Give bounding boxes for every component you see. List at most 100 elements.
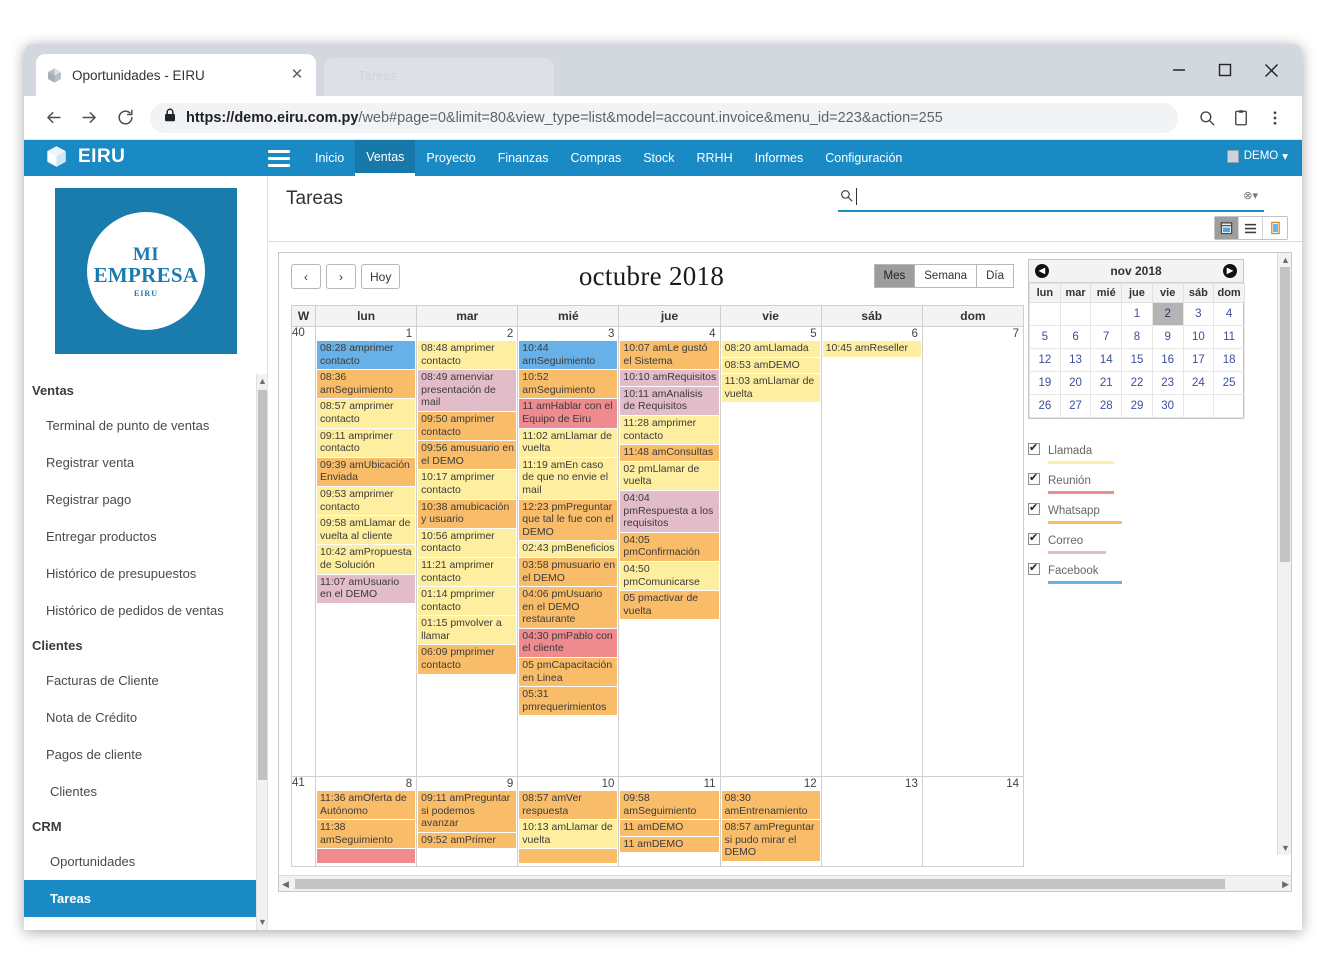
calendar-range-da[interactable]: Día (976, 264, 1014, 288)
minical-day[interactable]: 6 (1059, 325, 1092, 349)
calendar-event[interactable]: 06:09 pmprimer contacto (418, 645, 517, 674)
menu-item-finanzas[interactable]: Finanzas (487, 140, 560, 176)
menu-item-stock[interactable]: Stock (632, 140, 685, 176)
forward-icon[interactable] (72, 101, 106, 135)
calendar-event[interactable]: 11 amDEMO (620, 836, 719, 853)
calendar-event[interactable]: 08:57 amPreguntar si pudo mirar el DEMO (721, 820, 820, 861)
minical-day[interactable]: 25 (1213, 371, 1245, 395)
legend-row-llamada[interactable]: Llamada (1028, 441, 1268, 464)
window-maximize-button[interactable] (1202, 44, 1248, 96)
minical-day[interactable]: 19 (1029, 371, 1061, 395)
minical-day[interactable]: 22 (1121, 371, 1153, 395)
scroll-down-icon[interactable]: ▼ (1281, 843, 1290, 853)
calendar-day-cell[interactable]: 5 08:20 amLlamada 08:53 amDEMO 11:03 amLlam… (719, 326, 822, 777)
kebab-menu-icon[interactable] (1260, 103, 1290, 133)
minical-day[interactable]: 5 (1029, 325, 1061, 349)
legend-row-reunin[interactable]: Reunión (1028, 471, 1268, 494)
legend-row-facebook[interactable]: Facebook (1028, 561, 1268, 584)
calendar-event[interactable]: 09:56 amusuario en el DEMO (418, 441, 517, 470)
calendar-event[interactable]: 11:07 amUsuario en el DEMO (317, 574, 416, 603)
calendar-event[interactable]: 10:56 amprimer contacto (418, 528, 517, 557)
scroll-down-icon[interactable]: ▼ (258, 916, 267, 929)
calendar-event[interactable]: 04:50 pmComunicarse (620, 561, 719, 591)
minical-day[interactable]: 18 (1213, 348, 1245, 372)
sidebar-item-clientes[interactable]: Clientes (24, 773, 267, 810)
browser-tab[interactable]: Oportunidades - EIRU ✕ (36, 54, 316, 96)
search-input[interactable]: ⊗▾ (838, 186, 1264, 212)
calendar-event[interactable]: 04:30 pmPablo con el cliente (519, 628, 618, 658)
minical-day[interactable]: 8 (1121, 325, 1153, 349)
calendar-event[interactable]: 09:39 amUbicación Enviada (317, 457, 416, 486)
calendar-event[interactable]: 08:57 amprimer contacto (317, 399, 416, 428)
calendar-event[interactable]: 11:02 amLlamar de vuelta (519, 428, 618, 457)
calendar-event[interactable]: 09:11 amPreguntar si podemos avanzar (418, 791, 517, 832)
legend-checkbox[interactable] (1028, 441, 1040, 455)
calendar-day-cell[interactable]: 13 (820, 775, 923, 868)
minical-day[interactable]: 26 (1029, 394, 1061, 418)
menu-item-compras[interactable]: Compras (560, 140, 633, 176)
calendar-event[interactable] (317, 849, 416, 864)
calendar-event[interactable]: 12:23 pmPreguntar que tal le fue con el … (519, 499, 618, 541)
calendar-event[interactable]: 05:31 pmrequerimientos (519, 687, 618, 716)
calendar-event[interactable] (519, 849, 618, 864)
clear-filter-icon[interactable]: ⊗▾ (1243, 189, 1258, 202)
minical-day[interactable]: 3 (1182, 302, 1215, 326)
calendar-event[interactable]: 10:45 amReseller (822, 341, 921, 357)
calendar-event[interactable]: 08:20 amLlamada (721, 341, 820, 357)
calendar-event[interactable]: 04:04 pmRespuesta a los requisitos (620, 490, 719, 532)
legend-checkbox[interactable] (1028, 471, 1040, 485)
calendar-event[interactable]: 11:19 amEn caso de que no envie el mail (519, 457, 618, 499)
calendar-vertical-scrollbar[interactable]: ▲ ▼ (1277, 253, 1291, 855)
vertical-scroll-thumb[interactable] (1280, 267, 1290, 562)
calendar-day-cell[interactable]: 2 08:48 amprimer contacto 08:49 amenviar p… (416, 326, 519, 777)
calendar-event[interactable]: 08:53 amDEMO (721, 357, 820, 374)
calendar-event[interactable]: 02:43 pmBeneficios (519, 541, 618, 557)
calendar-event[interactable]: 10:38 amubicación y usuario (418, 499, 517, 528)
calendar-event[interactable]: 04:05 pmConfirmación (620, 532, 719, 561)
calendar-event[interactable]: 11:38 amSeguimiento (317, 820, 416, 849)
calendar-event[interactable]: 11 amHablar con el Equipo de Eiru (519, 399, 618, 428)
minical-day[interactable]: 7 (1090, 325, 1123, 349)
scroll-up-icon[interactable]: ▲ (258, 375, 267, 388)
calendar-event[interactable]: 08:57 amVer respuesta (519, 791, 618, 820)
chevron-right-icon[interactable]: ▶ (1223, 264, 1237, 278)
scroll-up-icon[interactable]: ▲ (1281, 255, 1290, 265)
minical-day[interactable]: 28 (1090, 394, 1123, 418)
calendar-event[interactable]: 08:28 amprimer contacto (317, 341, 416, 370)
chevron-left-icon[interactable]: ◀ (1035, 264, 1049, 278)
calendar-event[interactable]: 10:42 amPropuesta de Solución (317, 545, 416, 574)
horizontal-scroll-thumb[interactable] (295, 879, 1225, 889)
calendar-horizontal-scrollbar[interactable]: ◀ ▶ (279, 875, 1291, 891)
minical-day[interactable]: 1 (1121, 302, 1153, 326)
minical-day[interactable]: 15 (1121, 348, 1153, 372)
address-bar[interactable]: https://demo.eiru.com.py/web#page=0&limi… (150, 102, 1178, 133)
minical-day[interactable]: 9 (1151, 325, 1184, 349)
legend-checkbox[interactable] (1028, 561, 1040, 575)
calendar-day-cell[interactable]: 1 08:28 amprimer contacto 08:36 amSeguimie… (314, 326, 418, 777)
calendar-event[interactable]: 10:52 amSeguimiento (519, 370, 618, 399)
calendar-range-semana[interactable]: Semana (914, 264, 977, 288)
sidebar-item-entregar-productos[interactable]: Entregar productos (24, 518, 267, 555)
minical-day[interactable]: 29 (1121, 394, 1153, 418)
sidebar-item-oportunidades[interactable]: Oportunidades (24, 843, 267, 880)
calendar-event[interactable]: 05 pmCapacitación en Linea (519, 658, 618, 687)
calendar-event[interactable]: 10:07 amLe gustó el Sistema (620, 341, 719, 370)
calendar-day-cell[interactable]: 4 10:07 amLe gustó el Sistema 10:10 amRequ… (618, 326, 721, 777)
sidebar-scrollbar[interactable]: ▲ ▼ (256, 374, 267, 930)
minical-day[interactable]: 23 (1151, 371, 1184, 395)
calendar-day-cell[interactable]: 8 11:36 amOferta de Autónomo 11:38 amSegui… (314, 775, 418, 868)
user-menu[interactable]: DEMO ▾ (1226, 149, 1288, 163)
minical-day[interactable]: 21 (1090, 371, 1123, 395)
sidebar-item-pagos-de-cliente[interactable]: Pagos de cliente (24, 736, 267, 773)
legend-row-correo[interactable]: Correo (1028, 531, 1268, 554)
minical-day[interactable]: 30 (1151, 394, 1184, 418)
sidebar-scroll-thumb[interactable] (258, 390, 267, 780)
calendar-event[interactable]: 08:36 amSeguimiento (317, 370, 416, 399)
save-page-icon[interactable] (1226, 103, 1256, 133)
calendar-day-cell[interactable]: 12 08:30 amEntrenamiento 08:57 amPreguntar… (719, 775, 822, 868)
calendar-view-button[interactable] (1215, 217, 1239, 239)
app-brand[interactable]: EIRU (44, 144, 125, 169)
calendar-event[interactable]: 10:13 amLlamar de vuelta (519, 820, 618, 849)
hamburger-icon[interactable] (268, 150, 290, 167)
calendar-event[interactable]: 09:50 amprimer contacto (418, 411, 517, 441)
